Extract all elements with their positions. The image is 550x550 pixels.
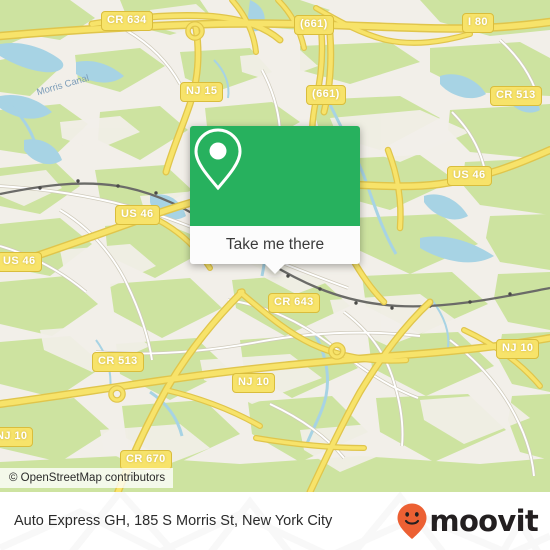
map-screenshot: Morris Canal CR 634 (661) I 80 NJ 15 (661) CR… — [0, 0, 550, 550]
road-shield: US 46 — [115, 205, 160, 225]
osm-attribution[interactable]: © OpenStreetMap contributors — [0, 468, 174, 488]
callout-tail — [265, 264, 285, 274]
road-shield: (661) — [294, 15, 334, 35]
road-shield: CR 513 — [490, 86, 542, 106]
location-pin-icon — [194, 128, 242, 191]
road-shield: CR 670 — [120, 450, 172, 470]
footer-bar: Auto Express GH, 185 S Morris St, New Yo… — [0, 492, 550, 550]
road-shield: CR 634 — [101, 11, 153, 31]
moovit-wordmark: moovit — [429, 504, 538, 538]
road-shield: NJ 10 — [496, 339, 540, 359]
callout-pin-area — [190, 126, 360, 226]
destination-callout-card[interactable]: Take me there — [190, 126, 360, 274]
map-canvas[interactable]: Morris Canal CR 634 (661) I 80 NJ 15 (661) CR… — [0, 0, 550, 492]
road-shield: NJ 15 — [180, 82, 224, 102]
road-shield: NJ 10 — [232, 373, 276, 393]
take-me-there-label: Take me there — [225, 236, 325, 253]
take-me-there-button[interactable]: Take me there — [190, 226, 360, 274]
road-shield: CR 513 — [92, 352, 144, 372]
road-shield: US 46 — [0, 252, 42, 272]
moovit-brand[interactable]: moovit — [396, 492, 539, 550]
moovit-smiley-pin-icon — [397, 503, 427, 539]
place-title: Auto Express GH, 185 S Morris St, New Yo… — [14, 513, 333, 529]
road-shield: NJ 10 — [0, 427, 34, 447]
road-shield: US 46 — [447, 166, 492, 186]
road-shield: I 80 — [462, 13, 494, 33]
road-shield: CR 643 — [268, 293, 320, 313]
road-shield: (661) — [306, 85, 346, 105]
